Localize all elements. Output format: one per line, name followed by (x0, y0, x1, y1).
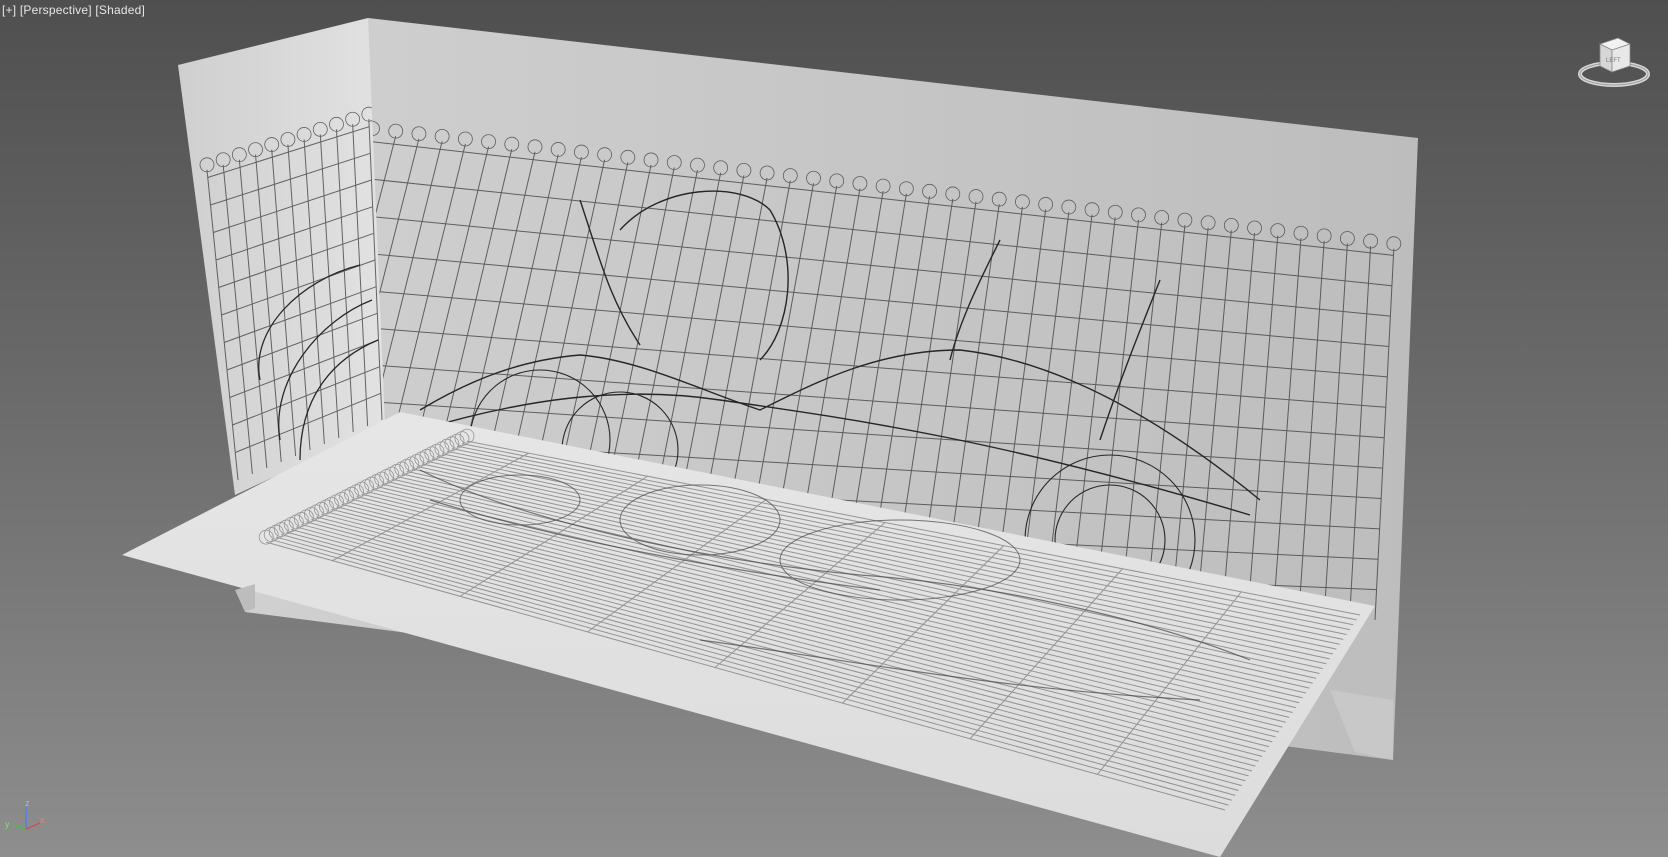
front-plane-lower-edge (235, 584, 255, 612)
viewcube-icon[interactable]: LEFT (1576, 30, 1656, 90)
axis-z-label: z (25, 798, 30, 808)
axis-tripod-icon: z x y (5, 798, 45, 830)
viewport-shading-menu[interactable]: [Shaded] (95, 3, 145, 17)
viewport-menu-plus[interactable]: [+] (2, 3, 16, 17)
perspective-viewport[interactable]: [+] [Perspective] [Shaded] LEFT z x y (0, 0, 1668, 857)
viewport-view-menu[interactable]: [Perspective] (20, 3, 92, 17)
viewport-label: [+] [Perspective] [Shaded] (2, 3, 145, 17)
axis-y-label: y (5, 819, 10, 829)
viewcube-face-label: LEFT (1606, 58, 1621, 64)
blueprint-scene[interactable] (0, 0, 1668, 857)
front-elevation-plane[interactable] (178, 18, 385, 495)
axis-x-label: x (40, 815, 45, 825)
